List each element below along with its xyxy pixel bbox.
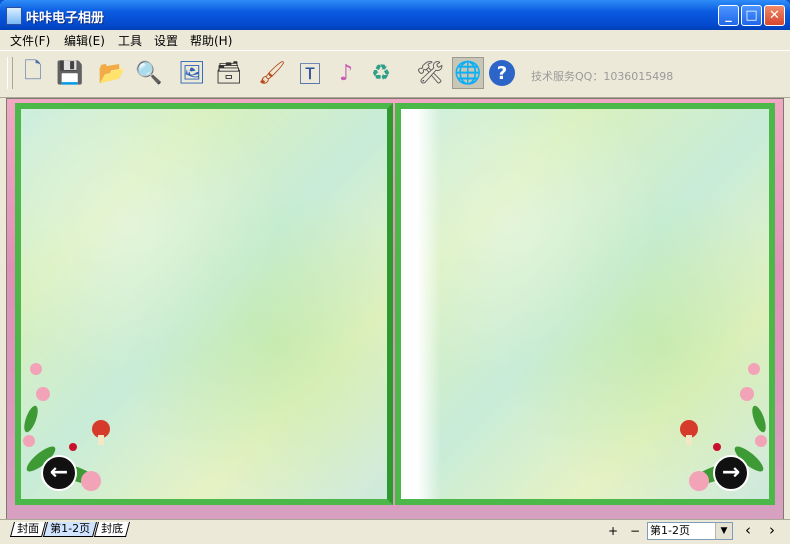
tab-back-cover[interactable]: 封底 <box>93 522 130 537</box>
web-icon[interactable]: 🌐 <box>452 57 484 89</box>
help-icon[interactable]: ? <box>489 60 515 86</box>
menu-bar: 文件(F) 编辑(E) 工具 设置 帮助(H) <box>0 30 790 50</box>
recycle-icon[interactable]: ♻ <box>365 57 397 89</box>
menu-file[interactable]: 文件(F) <box>10 32 50 49</box>
next-page-button[interactable]: → <box>713 455 749 491</box>
album-page-right[interactable]: → <box>395 103 775 505</box>
menu-tools[interactable]: 工具 <box>118 32 142 49</box>
settings-icon[interactable]: 🛠 <box>414 57 446 89</box>
album-page-left[interactable]: ← <box>15 103 393 505</box>
title-bar[interactable]: 咔咔电子相册 _ □ ✕ <box>0 0 790 30</box>
save-icon[interactable]: 💾 <box>54 57 86 89</box>
app-window: 咔咔电子相册 _ □ ✕ 文件(F) 编辑(E) 工具 设置 帮助(H) 🗋 💾… <box>0 0 790 544</box>
zoom-icon[interactable]: 🔍 <box>133 57 165 89</box>
tab-cover[interactable]: 封面 <box>9 522 47 537</box>
page-select-value: 第1-2页 <box>650 524 690 537</box>
maximize-button[interactable]: □ <box>741 5 762 26</box>
brush-icon[interactable]: 🖌 <box>256 57 288 89</box>
new-icon[interactable]: 🗋 <box>17 57 49 89</box>
page-select[interactable]: 第1-2页 ▼ <box>647 522 733 540</box>
menu-settings[interactable]: 设置 <box>154 32 178 49</box>
close-button[interactable]: ✕ <box>764 5 785 26</box>
status-bar: 封面 第1-2页 封底 + − 第1-2页 ▼ ‹ › <box>0 519 790 544</box>
open-folder-icon[interactable]: 📂 <box>96 57 128 89</box>
frame-edit-icon[interactable]: 🗃 <box>213 57 245 89</box>
page-spine <box>401 109 441 499</box>
minimize-button[interactable]: _ <box>718 5 739 26</box>
page-tabs: 封面 第1-2页 封底 <box>9 521 130 537</box>
tab-cover-label: 封面 <box>17 522 40 535</box>
support-contact: 技术服务QQ：1036015498 <box>531 70 674 83</box>
app-icon <box>6 7 22 25</box>
add-page-button[interactable]: + <box>608 524 618 538</box>
status-prev-button[interactable]: ‹ <box>745 521 751 539</box>
prev-page-button[interactable]: ← <box>41 455 77 491</box>
album-view: ← → <box>6 98 784 522</box>
remove-page-button[interactable]: − <box>630 524 640 538</box>
toolbar-grip[interactable] <box>7 57 13 89</box>
text-icon[interactable]: 🅃 <box>294 57 326 89</box>
toolbar: 🗋 💾 📂 🔍 🖼 🗃 🖌 🅃 ♪ ♻ 🛠 🌐 ? 技术服务QQ：1036015… <box>0 50 790 98</box>
menu-help[interactable]: 帮助(H) <box>190 32 232 49</box>
chevron-down-icon[interactable]: ▼ <box>715 523 732 539</box>
tab-back-cover-label: 封底 <box>100 522 123 535</box>
music-icon[interactable]: ♪ <box>330 57 362 89</box>
menu-edit[interactable]: 编辑(E) <box>64 32 105 49</box>
tab-pages-label: 第1-2页 <box>49 522 90 535</box>
tab-pages-1-2[interactable]: 第1-2页 <box>42 522 97 537</box>
window-title: 咔咔电子相册 <box>26 11 105 26</box>
edit-image-icon[interactable]: 🖼 <box>176 57 208 89</box>
status-next-button[interactable]: › <box>769 521 775 539</box>
